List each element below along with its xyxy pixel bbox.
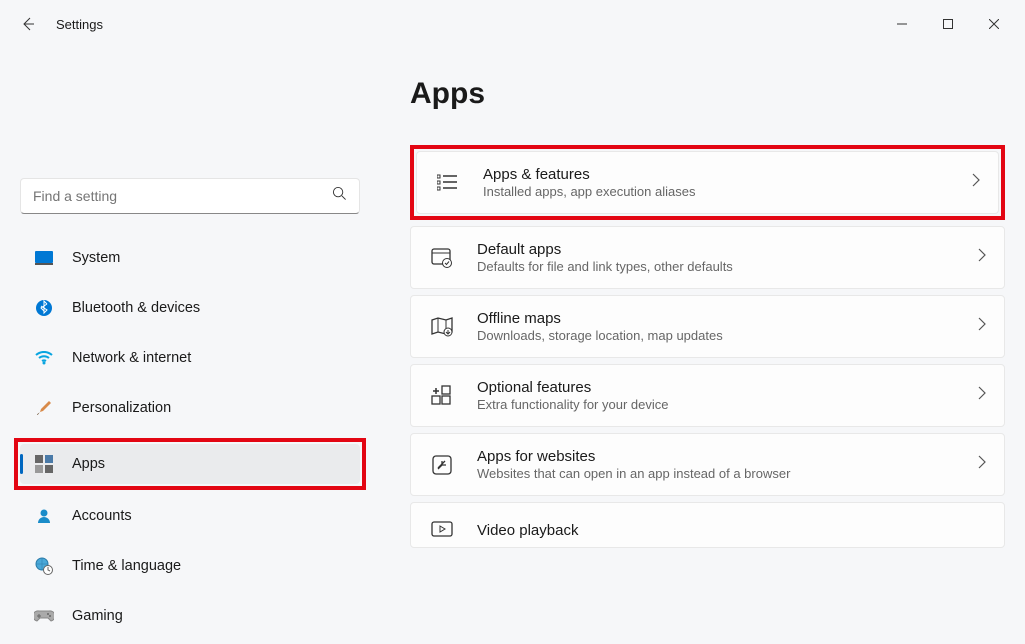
card-text: Default apps Defaults for file and link …	[477, 241, 978, 274]
apps-websites-icon	[429, 452, 455, 478]
sidebar-item-bluetooth[interactable]: Bluetooth & devices	[20, 288, 360, 328]
system-icon	[34, 248, 54, 268]
annotation-highlight-card: Apps & features Installed apps, app exec…	[410, 145, 1005, 220]
optional-features-icon	[429, 383, 455, 409]
minimize-button[interactable]	[879, 8, 925, 40]
wifi-icon	[34, 348, 54, 368]
card-title: Apps for websites	[477, 448, 978, 465]
maximize-button[interactable]	[925, 8, 971, 40]
card-title: Optional features	[477, 379, 978, 396]
accounts-icon	[34, 506, 54, 526]
sidebar-item-label: Apps	[72, 456, 105, 472]
nav-list: System Bluetooth & devices Network & int…	[20, 238, 360, 636]
sidebar-item-label: Gaming	[72, 608, 123, 624]
sidebar-item-personalization[interactable]: Personalization	[20, 388, 360, 428]
sidebar-item-label: Personalization	[72, 400, 171, 416]
sidebar-item-system[interactable]: System	[20, 238, 360, 278]
card-title: Default apps	[477, 241, 978, 258]
card-text: Video playback	[477, 522, 986, 539]
sidebar-item-label: Network & internet	[72, 350, 191, 366]
sidebar-item-label: Accounts	[72, 508, 132, 524]
chevron-right-icon	[972, 173, 980, 192]
paintbrush-icon	[34, 398, 54, 418]
card-title: Apps & features	[483, 166, 972, 183]
minimize-icon	[897, 19, 907, 29]
card-title: Offline maps	[477, 310, 978, 327]
sidebar: System Bluetooth & devices Network & int…	[20, 48, 360, 644]
card-apps-features[interactable]: Apps & features Installed apps, app exec…	[416, 151, 999, 214]
titlebar: Settings	[0, 0, 1025, 48]
sidebar-item-time-language[interactable]: Time & language	[20, 546, 360, 586]
card-text: Apps & features Installed apps, app exec…	[483, 166, 972, 199]
search-input[interactable]	[33, 188, 332, 204]
list-icon	[435, 170, 461, 196]
chevron-right-icon	[978, 455, 986, 474]
bluetooth-icon	[34, 298, 54, 318]
close-icon	[989, 19, 999, 29]
sidebar-item-label: Bluetooth & devices	[72, 300, 200, 316]
sidebar-item-accounts[interactable]: Accounts	[20, 496, 360, 536]
globe-clock-icon	[34, 556, 54, 576]
chevron-right-icon	[978, 317, 986, 336]
card-apps-for-websites[interactable]: Apps for websites Websites that can open…	[410, 433, 1005, 496]
arrow-left-icon	[20, 16, 36, 32]
video-icon	[429, 517, 455, 543]
card-text: Optional features Extra functionality fo…	[477, 379, 978, 412]
apps-icon	[34, 454, 54, 474]
close-button[interactable]	[971, 8, 1017, 40]
back-button[interactable]	[8, 4, 48, 44]
card-text: Apps for websites Websites that can open…	[477, 448, 978, 481]
default-apps-icon	[429, 245, 455, 271]
sidebar-item-gaming[interactable]: Gaming	[20, 596, 360, 636]
sidebar-item-apps[interactable]: Apps	[20, 444, 360, 484]
card-video-playback[interactable]: Video playback	[410, 502, 1005, 548]
sidebar-item-label: Time & language	[72, 558, 181, 574]
card-subtitle: Installed apps, app execution aliases	[483, 184, 972, 199]
maximize-icon	[943, 19, 953, 29]
card-title: Video playback	[477, 522, 986, 539]
gaming-icon	[34, 606, 54, 626]
card-subtitle: Defaults for file and link types, other …	[477, 259, 978, 274]
page-title: Apps	[410, 77, 1005, 111]
card-subtitle: Extra functionality for your device	[477, 397, 978, 412]
card-text: Offline maps Downloads, storage location…	[477, 310, 978, 343]
card-default-apps[interactable]: Default apps Defaults for file and link …	[410, 226, 1005, 289]
search-box[interactable]	[20, 178, 360, 214]
sidebar-item-network[interactable]: Network & internet	[20, 338, 360, 378]
annotation-highlight-sidebar: Apps	[14, 438, 366, 490]
window-title: Settings	[56, 17, 103, 32]
sidebar-item-label: System	[72, 250, 120, 266]
map-icon	[429, 314, 455, 340]
card-subtitle: Downloads, storage location, map updates	[477, 328, 978, 343]
card-offline-maps[interactable]: Offline maps Downloads, storage location…	[410, 295, 1005, 358]
window-controls	[879, 8, 1017, 40]
search-icon	[332, 186, 347, 206]
chevron-right-icon	[978, 248, 986, 267]
card-optional-features[interactable]: Optional features Extra functionality fo…	[410, 364, 1005, 427]
chevron-right-icon	[978, 386, 986, 405]
card-subtitle: Websites that can open in an app instead…	[477, 466, 978, 481]
main-panel: Apps Apps & features Installed apps, app…	[360, 48, 1005, 644]
